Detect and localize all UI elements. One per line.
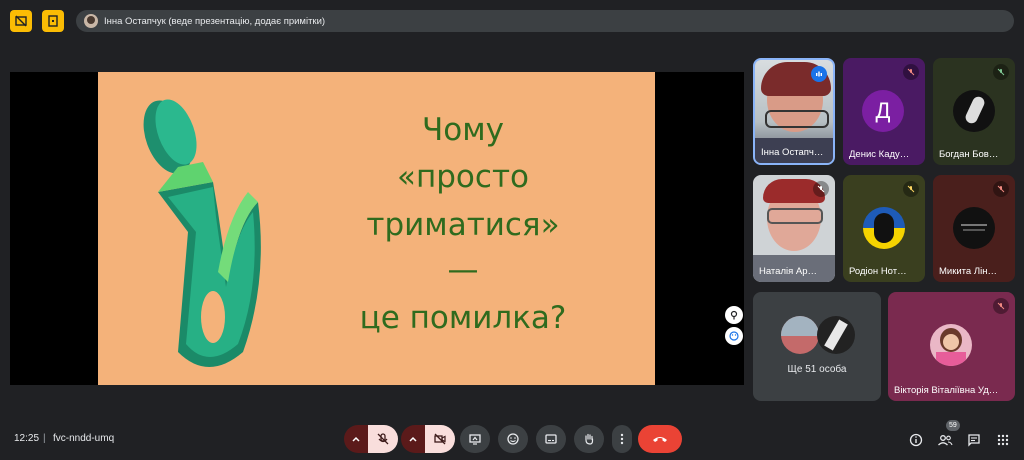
audio-options-button[interactable] xyxy=(344,425,368,453)
presenter-avatar xyxy=(84,14,98,28)
question-mark-graphic xyxy=(143,99,261,367)
speaking-indicator-icon xyxy=(811,66,827,82)
participant-tile[interactable]: Д Денис Каду… xyxy=(843,58,925,165)
hand-icon xyxy=(585,433,594,445)
avatar xyxy=(781,316,819,354)
chat-icon xyxy=(968,434,980,447)
people-button[interactable] xyxy=(936,431,954,449)
meeting-code[interactable]: fvc-nndd-umq xyxy=(53,433,114,444)
slide: Чому «просто триматися» — це помилка? xyxy=(98,72,655,385)
camera-toggle-button[interactable] xyxy=(425,425,455,453)
participant-name: Денис Каду… xyxy=(849,149,910,160)
participant-tile[interactable]: Микита Лін… xyxy=(933,175,1015,282)
participant-name: Микита Лін… xyxy=(939,266,997,277)
participant-name: Родіон Нот… xyxy=(849,266,907,277)
more-vert-icon xyxy=(620,433,624,445)
slide-line-4: — xyxy=(447,252,479,288)
leave-call-button[interactable] xyxy=(638,425,682,453)
meeting-details-button[interactable] xyxy=(907,431,925,449)
mic-off-icon xyxy=(993,64,1009,80)
participant-name: Богдан Бов… xyxy=(939,149,999,160)
participant-tile[interactable]: Наталія Ар… xyxy=(753,175,835,282)
emoji-icon xyxy=(507,433,519,445)
people-count-badge: 59 xyxy=(946,420,960,431)
others-label: Ще 51 особа xyxy=(787,364,847,375)
mic-off-icon xyxy=(903,181,919,197)
avatar xyxy=(953,207,995,249)
avatar xyxy=(863,207,905,249)
slide-line-5: це помилка? xyxy=(359,300,567,336)
pin-icon[interactable] xyxy=(725,306,743,324)
reactions-button[interactable] xyxy=(498,425,528,453)
people-icon xyxy=(938,435,953,446)
participant-tile[interactable]: Інна Остапч… xyxy=(753,58,835,165)
participant-name: Інна Остапч… xyxy=(761,147,824,158)
mic-toggle-button[interactable] xyxy=(368,425,398,453)
reactions-icon[interactable] xyxy=(725,327,743,345)
info-icon xyxy=(909,433,923,447)
present-screen-icon xyxy=(469,434,481,445)
clock: 12:25 xyxy=(14,433,40,444)
chat-button[interactable] xyxy=(965,431,983,449)
present-button[interactable] xyxy=(460,425,490,453)
avatar xyxy=(817,316,855,354)
mic-off-icon xyxy=(903,64,919,80)
more-options-button[interactable] xyxy=(612,425,632,453)
separator: | xyxy=(43,433,46,444)
stop-presenting-icon[interactable] xyxy=(42,10,64,32)
slide-line-2: «просто xyxy=(397,159,529,195)
presenter-label: Інна Остапчук (веде презентацію, додає п… xyxy=(104,15,326,27)
chevron-up-icon xyxy=(409,436,417,442)
avatar: Д xyxy=(862,90,904,132)
call-end-icon xyxy=(653,437,667,442)
activities-button[interactable] xyxy=(994,431,1012,449)
raise-hand-button[interactable] xyxy=(574,425,604,453)
participant-name: Вікторія Віталіївна Уд… xyxy=(894,385,999,396)
participant-name: Наталія Ар… xyxy=(759,266,818,277)
slide-line-3: триматися» xyxy=(366,207,560,243)
mic-off-icon xyxy=(993,298,1009,314)
mic-off-icon xyxy=(993,181,1009,197)
mic-off-icon xyxy=(377,433,389,445)
presenter-bar: Інна Остапчук (веде презентацію, додає п… xyxy=(76,10,1014,32)
participant-tile[interactable]: Вікторія Віталіївна Уд… xyxy=(888,292,1015,401)
slide-line-1: Чому xyxy=(422,112,504,148)
participant-tile[interactable]: Родіон Нот… xyxy=(843,175,925,282)
apps-grid-icon xyxy=(997,434,1009,446)
captions-button[interactable] xyxy=(536,425,566,453)
captions-icon xyxy=(545,434,557,444)
camera-off-icon xyxy=(434,433,446,445)
video-options-button[interactable] xyxy=(401,425,425,453)
avatar xyxy=(953,90,995,132)
presentation-stage: Чому «просто триматися» — це помилка? xyxy=(10,72,744,385)
avatar xyxy=(930,324,972,366)
others-tile[interactable]: Ще 51 особа xyxy=(753,292,881,401)
mic-off-icon xyxy=(813,181,829,197)
participant-tile[interactable]: Богдан Бов… xyxy=(933,58,1015,165)
chevron-up-icon xyxy=(352,436,360,442)
hide-self-icon[interactable] xyxy=(10,10,32,32)
